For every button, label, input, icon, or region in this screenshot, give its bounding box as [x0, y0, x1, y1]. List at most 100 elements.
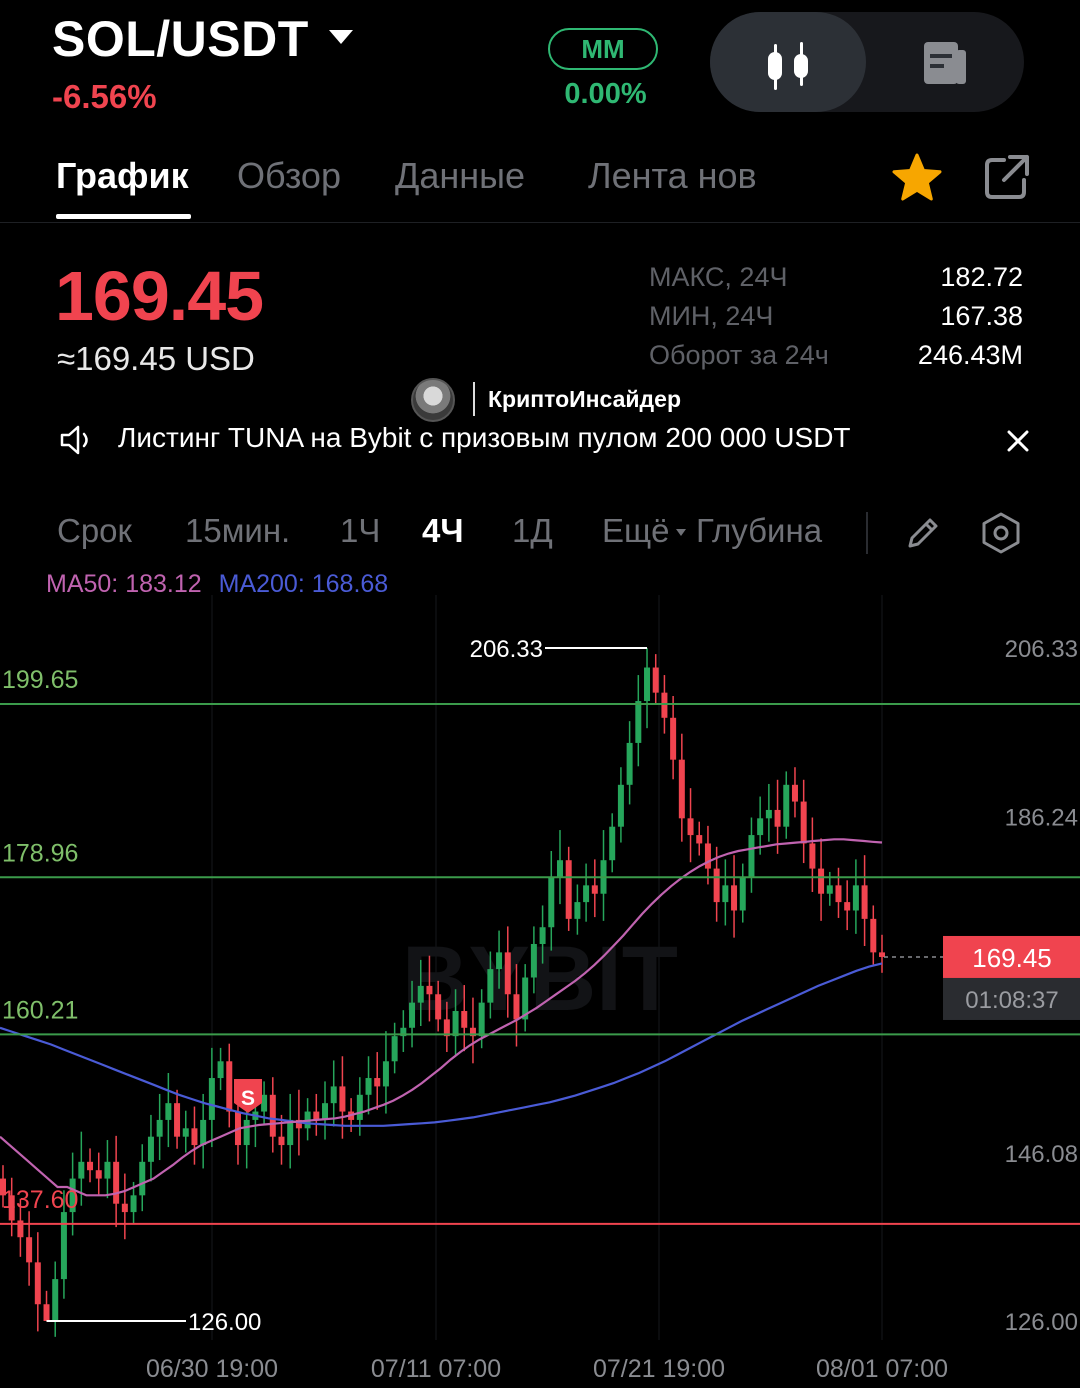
candle-body [165, 1103, 172, 1120]
candle-body [626, 742, 633, 785]
tab-overview[interactable]: Обзор [237, 155, 341, 197]
candle-body [113, 1161, 120, 1204]
candle-body [34, 1262, 41, 1305]
candle-body [182, 1128, 189, 1137]
candle-body [809, 843, 816, 869]
candle-body [870, 918, 877, 953]
candle-body [52, 1279, 59, 1321]
candle-body [861, 885, 868, 919]
tab-data[interactable]: Данные [395, 155, 525, 197]
pair-title[interactable]: SOL/USDT [52, 10, 309, 68]
x-axis-tick: 06/30 19:00 [146, 1355, 278, 1383]
candle-body [452, 1011, 459, 1037]
candle-body [678, 759, 685, 819]
caret-down-icon[interactable] [675, 526, 687, 538]
candle-body [583, 885, 590, 903]
x-axis-tick: 07/21 19:00 [593, 1355, 725, 1383]
candle-body [26, 1237, 33, 1263]
candle-body [713, 868, 720, 903]
candle-body [43, 1304, 50, 1321]
x-axis-tick: 07/11 07:00 [371, 1355, 501, 1383]
timeframe-4h[interactable]: 4Ч [422, 512, 464, 550]
candle-body [147, 1136, 154, 1162]
channel-avatar [411, 378, 455, 422]
candle-body [704, 843, 711, 869]
pencil-icon[interactable] [902, 512, 944, 554]
candle-body [844, 902, 851, 911]
announcement-text[interactable]: Листинг TUNA на Bybit с призовым пулом 2… [118, 422, 851, 454]
star-icon[interactable] [890, 152, 944, 204]
candle-body [139, 1161, 146, 1196]
candle-body [556, 860, 563, 877]
candle-body [617, 784, 624, 827]
candle-body [826, 885, 833, 894]
candle-body [322, 1103, 329, 1120]
tab-news-feed[interactable]: Лента нов [588, 155, 774, 197]
stat-high-value: 182.72 [940, 262, 1023, 292]
candle-body [652, 667, 659, 693]
timeframe-15m[interactable]: 15мин. [185, 512, 290, 550]
candle-body [278, 1136, 285, 1146]
level-label: 199.65 [2, 666, 78, 694]
stat-low-label: МИН, 24Ч [649, 301, 774, 331]
candle-body [565, 860, 572, 919]
candle-body [200, 1119, 207, 1146]
candle-body [269, 1094, 276, 1137]
info-view-button[interactable] [868, 12, 1024, 112]
candle-body [783, 784, 790, 827]
document-icon [924, 42, 966, 84]
y-axis-tick: 126.00 [1005, 1309, 1078, 1336]
candle-body [504, 952, 511, 995]
chevron-down-icon[interactable] [328, 28, 354, 46]
low-marker-label: 126.00 [188, 1309, 261, 1336]
watermark-separator [473, 382, 475, 416]
candle-body [409, 1002, 416, 1028]
last-price: 169.45 [55, 257, 264, 335]
timeframe-more[interactable]: Ещё [602, 512, 670, 550]
candle-body [365, 1078, 372, 1095]
countdown-label: 01:08:37 [965, 987, 1058, 1014]
mm-value: 0.00% [564, 78, 647, 110]
candle-body [330, 1086, 337, 1104]
candle-body [513, 994, 520, 1020]
candle-body [121, 1203, 128, 1213]
candle-body [478, 1002, 485, 1037]
candle-body [539, 927, 546, 944]
sell-signal-label: S [241, 1087, 255, 1110]
candle-view-button[interactable] [710, 12, 866, 112]
stat-high-label: МАКС, 24Ч [649, 262, 788, 292]
speaker-icon [60, 425, 88, 455]
candle-body [391, 1036, 398, 1062]
timeframe-1d[interactable]: 1Д [512, 512, 553, 550]
y-axis-tick: 186.24 [1005, 804, 1078, 831]
candle-body [661, 692, 668, 718]
candle-body [852, 885, 859, 911]
tab-chart[interactable]: График [56, 155, 189, 197]
candle-body [426, 985, 433, 995]
y-axis-tick: 146.08 [1005, 1141, 1078, 1168]
candlestick-icon [768, 42, 808, 90]
candle-body [226, 1061, 233, 1112]
candle-body [487, 969, 494, 1003]
candle-body [461, 1011, 468, 1028]
candle-body [791, 784, 798, 802]
depth-tab[interactable]: Глубина [696, 512, 822, 550]
toolbar-divider [866, 512, 868, 554]
candle-body [287, 1119, 294, 1146]
candle-body [417, 985, 424, 1003]
candle-body [739, 876, 746, 911]
candle-body [174, 1103, 181, 1137]
price-chart[interactable]: BYBIT199.65178.96160.21137.60206.33186.2… [0, 595, 1080, 1388]
mm-badge[interactable]: MM [548, 28, 658, 70]
external-link-icon[interactable] [982, 152, 1032, 202]
stat-turnover-value: 246.43M [917, 340, 1023, 370]
price-usd: ≈169.45 USD [57, 340, 255, 377]
candle-body [635, 701, 642, 743]
settings-hexagon-icon[interactable] [978, 510, 1024, 556]
candle-body [574, 902, 581, 919]
timeframe-1h[interactable]: 1Ч [340, 512, 380, 550]
candle-body [496, 952, 503, 970]
tabs-divider [0, 222, 1080, 223]
candle-body [356, 1094, 363, 1120]
close-icon[interactable] [1005, 428, 1031, 454]
